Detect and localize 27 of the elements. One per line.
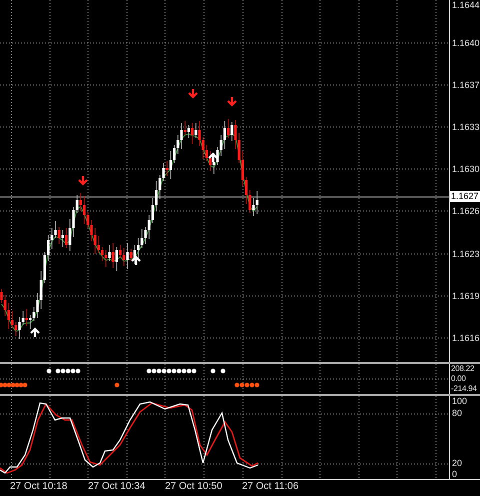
price-label: 1.1630: [452, 164, 480, 175]
price-label: 1.1623: [452, 249, 480, 260]
down-arrow-icon: [188, 88, 198, 99]
time-label: 27 Oct 10:18: [10, 481, 68, 493]
up-arrow-icon: [30, 327, 40, 338]
oscillator-label: 0: [452, 469, 458, 480]
price-label: 1.1644: [452, 0, 480, 11]
current-price-label: 1.1627: [450, 191, 480, 202]
oscillator-label: 100: [452, 396, 468, 407]
price-label: 1.1626: [452, 206, 480, 217]
price-label: 1.1640: [452, 38, 480, 49]
down-arrow-icon: [226, 96, 238, 107]
oscillator-label: 80: [452, 408, 462, 419]
price-label: 1.1637: [452, 80, 480, 91]
time-label: 27 Oct 10:34: [88, 481, 146, 493]
time-label: 27 Oct 11:06: [242, 481, 299, 493]
oscillator-label: 20: [452, 458, 462, 469]
price-label: 1.1633: [452, 122, 480, 133]
indicator-label: -214.94: [451, 384, 477, 394]
indicator-label: 208.22: [451, 364, 474, 374]
up-arrow-icon: [130, 255, 142, 266]
price-label: 1.1619: [452, 291, 480, 302]
down-arrow-icon: [78, 174, 88, 186]
indicator-label: 0.00: [451, 374, 466, 384]
up-arrow-icon: [208, 152, 218, 164]
price-label: 1.1616: [452, 333, 480, 344]
time-label: 27 Oct 10:50: [165, 481, 222, 493]
